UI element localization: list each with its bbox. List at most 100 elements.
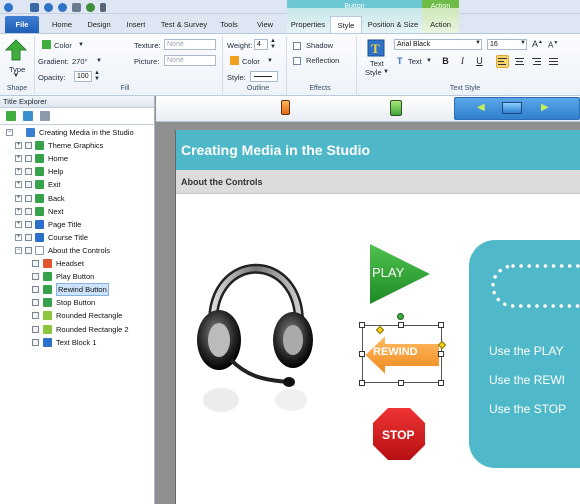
tree-item[interactable]: + Exit [0,178,154,191]
visibility-checkbox[interactable] [25,194,32,202]
visibility-checkbox[interactable] [25,246,32,254]
tree-item-label[interactable]: Back [48,192,65,205]
customize-qat-icon[interactable] [100,3,106,12]
tree-item[interactable]: − Creating Media in the Studio [0,126,154,139]
reflection-label[interactable]: Reflection [306,56,339,65]
expand-icon[interactable]: + [15,168,22,176]
headset-image[interactable] [191,230,321,420]
justify-button[interactable] [547,55,560,68]
fill-color-label[interactable]: Color [54,41,72,50]
visibility-checkbox[interactable] [25,168,32,176]
undo-icon[interactable] [44,3,53,12]
opacity-input[interactable]: 100 [74,71,92,82]
tree-item-label[interactable]: Next [48,205,63,218]
tab-action[interactable]: Action [424,16,457,33]
collapse-icon[interactable]: − [15,246,22,254]
tree-item[interactable]: Rounded Rectangle [0,309,154,322]
expand-icon[interactable]: + [15,220,22,228]
tree-item[interactable]: + Next [0,205,154,218]
dotted-rounded-rectangle[interactable] [489,262,580,312]
print-icon[interactable] [72,3,81,12]
tree-item[interactable]: Rounded Rectangle 2 [0,323,154,336]
tree-item-label[interactable]: Page Title [48,218,81,231]
underline-button[interactable]: U [473,55,486,68]
tree-item-label[interactable]: Play Button [56,270,94,283]
new-page-icon[interactable] [23,111,33,121]
app-logo-icon[interactable] [4,3,13,12]
weight-input[interactable]: 4 [254,39,268,50]
italic-button[interactable]: I [456,55,469,68]
align-center-button[interactable] [513,55,526,68]
visibility-checkbox[interactable] [32,312,39,320]
slide-title[interactable]: Creating Media in the Studio [176,130,580,170]
resize-handle-icon[interactable] [359,380,365,386]
tablet-device-icon[interactable] [390,100,402,116]
publish-icon[interactable] [86,3,95,12]
phone-device-icon[interactable] [281,100,290,115]
visibility-checkbox[interactable] [25,207,32,215]
resize-handle-icon[interactable] [398,380,404,386]
bold-button[interactable]: B [439,55,452,68]
fill-color-icon[interactable] [42,40,51,49]
tab-design[interactable]: Design [83,16,115,33]
visibility-checkbox[interactable] [32,273,39,281]
visibility-checkbox[interactable] [32,260,39,267]
weight-spinner-icon[interactable]: ▲ ▼ [270,38,276,50]
tab-test-survey[interactable]: Test & Survey [156,16,212,33]
expand-icon[interactable]: + [15,207,22,215]
tree-item-label[interactable]: Theme Graphics [48,139,103,152]
chevron-down-icon[interactable]: ▼ [475,40,481,46]
visibility-checkbox[interactable] [25,142,32,150]
collapse-icon[interactable]: − [6,129,13,136]
instruction-panel[interactable]: Use the PLAY Use the REWI Use the STOP [469,240,580,468]
tree-item[interactable]: Text Block 1 [0,336,154,349]
visibility-checkbox[interactable] [25,155,32,163]
line-style-select[interactable] [250,71,278,82]
stop-button-label[interactable]: STOP [382,428,414,442]
expand-icon[interactable]: + [15,142,22,150]
visibility-checkbox[interactable] [32,338,39,346]
text-style-button[interactable]: T Text Style ▼ [362,37,390,83]
reflection-checkbox[interactable] [293,57,301,65]
visibility-checkbox[interactable] [25,181,32,189]
tab-insert[interactable]: Insert [121,16,151,33]
tree-item[interactable]: Play Button [0,270,154,283]
tree-item-label[interactable]: Rounded Rectangle [56,309,122,322]
visibility-checkbox[interactable] [32,286,39,294]
tree-item[interactable]: + Theme Graphics [0,139,154,152]
desktop-device-button[interactable]: ◀ ▶ [454,97,580,120]
tree-item-label[interactable]: Rounded Rectangle 2 [56,323,129,336]
tree-item-label[interactable]: Text Block 1 [56,336,96,349]
shrink-font-icon[interactable]: A▼ [548,40,558,50]
resize-handle-icon[interactable] [438,380,444,386]
outline-color-icon[interactable] [230,56,239,65]
tab-file[interactable]: File [5,16,39,33]
chevron-down-icon[interactable]: ▼ [78,42,84,48]
chevron-down-icon[interactable]: ▼ [96,58,102,64]
resize-handle-icon[interactable] [359,351,365,357]
tab-home[interactable]: Home [47,16,77,33]
new-section-icon[interactable] [40,111,50,121]
text-effect-icon[interactable]: T [397,56,403,66]
resize-handle-icon[interactable] [438,351,444,357]
resize-handle-icon[interactable] [359,322,365,328]
tree-item-label[interactable]: Creating Media in the Studio [39,126,134,139]
align-left-button[interactable] [496,55,509,68]
expand-icon[interactable]: + [15,155,22,163]
rewind-button-label[interactable]: REWIND [373,346,418,358]
resize-handle-icon[interactable] [398,322,404,328]
outline-color-label[interactable]: Color [242,57,260,66]
tree-item-label[interactable]: Headset [56,257,84,270]
play-button-label[interactable]: PLAY [372,265,404,280]
chevron-left-icon[interactable]: ◀ [477,102,485,113]
visibility-checkbox[interactable] [25,220,32,228]
new-chapter-icon[interactable] [6,111,16,121]
grow-font-icon[interactable]: A▲ [532,39,543,49]
tree-item[interactable]: Rewind Button [0,283,154,297]
visibility-checkbox[interactable] [25,233,32,241]
tab-position-size[interactable]: Position & Size [366,16,420,33]
expand-icon[interactable]: + [15,181,22,189]
font-family-select[interactable]: Arial Black [394,39,482,50]
texture-select[interactable]: None [164,39,216,50]
tab-style[interactable]: Style [330,16,362,33]
